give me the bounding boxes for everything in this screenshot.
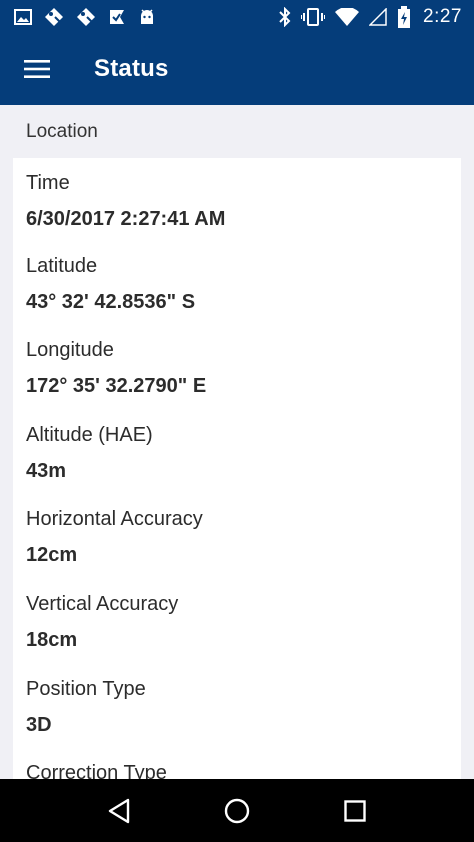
- field-value: 12cm: [26, 544, 78, 567]
- field-correction-type: Correction Type: [26, 750, 461, 779]
- field-label: Longitude: [26, 339, 114, 362]
- field-label: Time: [26, 172, 70, 194]
- vibrate-icon: [301, 7, 326, 26]
- back-icon: [108, 798, 130, 823]
- menu-button[interactable]: [0, 33, 74, 105]
- page-title: Status: [94, 55, 169, 82]
- tag-icon: [45, 7, 63, 26]
- field-vertical-accuracy: Vertical Accuracy 18cm: [26, 581, 461, 666]
- field-label: Altitude (HAE): [26, 423, 153, 446]
- field-value: 3D: [26, 713, 52, 736]
- battery-charging-icon: [398, 5, 411, 28]
- clock: 2:27: [423, 5, 462, 27]
- image-icon: [14, 8, 32, 25]
- field-longitude: Longitude 172° 35' 32.2790" E: [26, 327, 461, 412]
- tag-icon: [77, 7, 95, 26]
- field-value: 43m: [26, 459, 67, 482]
- field-horizontal-accuracy: Horizontal Accuracy 12cm: [26, 496, 461, 581]
- hamburger-menu-icon: [24, 60, 50, 78]
- field-label: Latitude: [26, 254, 98, 277]
- field-altitude: Altitude (HAE) 43m: [26, 412, 461, 497]
- field-position-type: Position Type 3D: [26, 666, 461, 751]
- field-label: Vertical Accuracy: [26, 592, 179, 615]
- recents-button[interactable]: [325, 781, 385, 841]
- field-label: Correction Type: [26, 762, 167, 779]
- recents-icon: [344, 799, 366, 822]
- app-bar: Status: [0, 33, 474, 105]
- wifi-icon: [335, 7, 360, 26]
- field-value: 43° 32' 42.8536" S: [26, 290, 196, 313]
- bluetooth-icon: [279, 6, 291, 27]
- section-header-location: Location: [26, 120, 98, 142]
- field-label: Horizontal Accuracy: [26, 508, 203, 531]
- field-value: 18cm: [26, 628, 78, 651]
- home-icon: [224, 798, 250, 823]
- field-latitude: Latitude 43° 32' 42.8536" S: [26, 243, 461, 328]
- android-icon: [141, 8, 153, 24]
- field-time: Time 6/30/2017 2:27:41 AM: [26, 158, 461, 243]
- notification-icons: [14, 7, 156, 27]
- back-button[interactable]: [89, 781, 149, 841]
- field-label: Position Type: [26, 677, 146, 700]
- cell-signal-icon: [369, 7, 387, 26]
- status-bar: 2:27: [0, 0, 474, 33]
- check-flag-icon: [110, 9, 124, 24]
- field-value: 6/30/2017 2:27:41 AM: [26, 208, 226, 230]
- system-icons: 2:27: [279, 5, 462, 28]
- system-nav-bar: [0, 779, 474, 842]
- location-card: Time 6/30/2017 2:27:41 AM Latitude 43° 3…: [13, 158, 461, 779]
- home-button[interactable]: [207, 781, 267, 841]
- field-value: 172° 35' 32.2790" E: [26, 375, 207, 398]
- scroll-content[interactable]: Location Time 6/30/2017 2:27:41 AM Latit…: [0, 105, 474, 779]
